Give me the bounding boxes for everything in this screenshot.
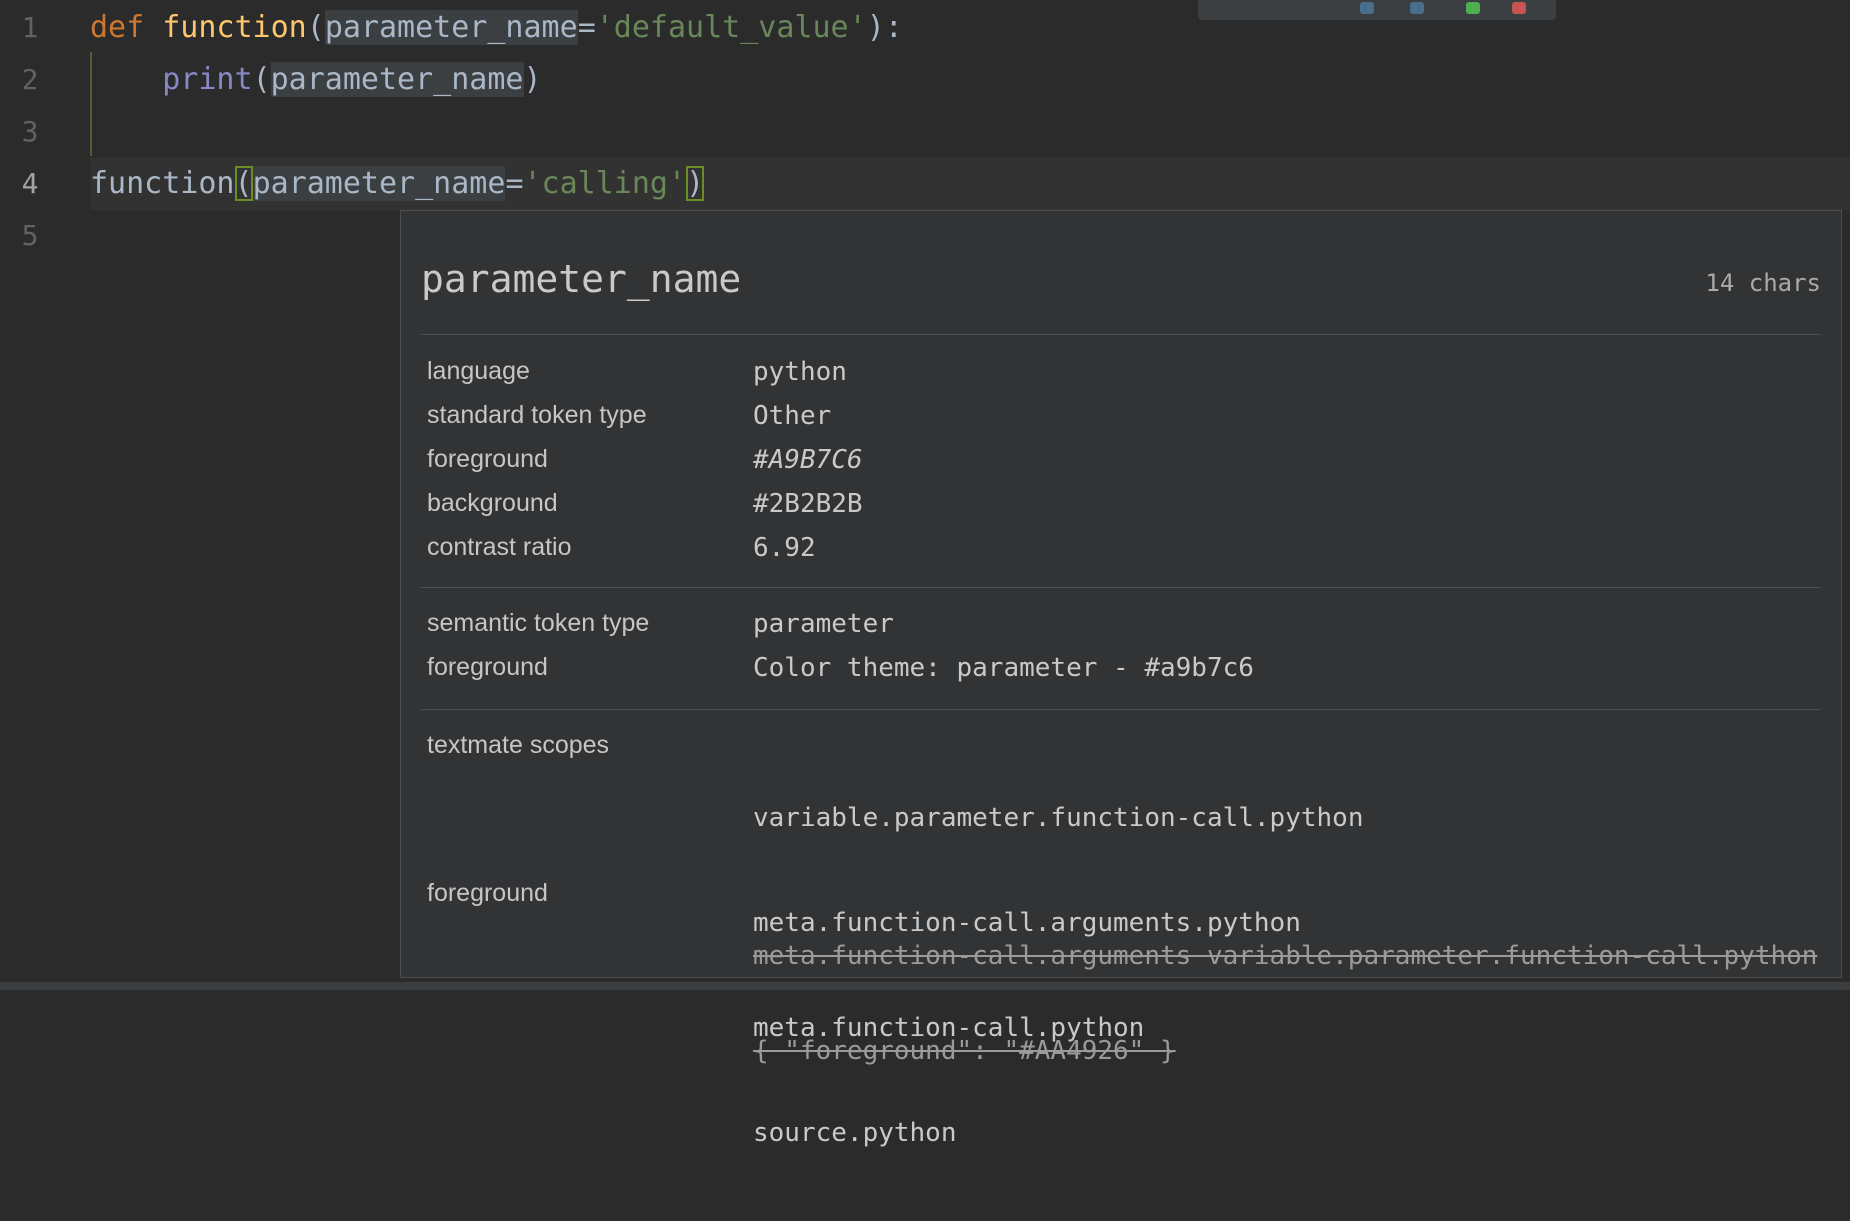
row-value: parameter [753, 609, 894, 639]
row-label: standard token type [427, 401, 647, 429]
code-line-2[interactable]: print(parameter_name) [90, 54, 1850, 106]
matched-paren: ( [234, 166, 253, 201]
scope-item: variable.parameter.function-call.python [753, 803, 1364, 833]
row-label: foreground [427, 445, 548, 473]
row-label: foreground [427, 653, 548, 681]
function-call: function [90, 166, 235, 201]
rule-selector: meta.function-call.arguments variable.pa… [753, 941, 1818, 971]
matched-paren: ) [686, 166, 705, 201]
stop-icon[interactable] [1512, 2, 1526, 14]
row-value: Other [753, 401, 832, 431]
standard-token-type-row: standard token type Other [427, 401, 1821, 445]
row-label: background [427, 489, 558, 517]
row-value: Color theme: parameter - #a9b7c6 [753, 653, 1254, 683]
semantic-token-type-row: semantic token type parameter [427, 609, 1821, 653]
row-label: semantic token type [427, 609, 650, 637]
semantic-foreground-row: foreground Color theme: parameter - #a9b… [427, 653, 1821, 697]
background-row: background #2B2B2B [427, 489, 1821, 533]
parameter-token[interactable]: parameter_name [270, 62, 524, 97]
code-line-4[interactable]: function(parameter_name='calling') [90, 158, 1850, 210]
token-inspector-popup: parameter_name 14 chars language python … [400, 210, 1842, 1148]
language-row: language python [427, 357, 1821, 401]
line-number: 2 [21, 63, 39, 96]
row-value: #A9B7C6 [753, 445, 863, 475]
row-label: foreground [427, 879, 548, 907]
toolbar-icon[interactable] [1310, 2, 1324, 14]
toolbar-icon[interactable] [1410, 2, 1424, 14]
equals: = [577, 10, 596, 45]
equals: = [505, 166, 524, 201]
row-value: 6.92 [753, 533, 816, 563]
run-icon[interactable] [1466, 2, 1480, 14]
line-number: 4 [21, 167, 39, 200]
status-strip [0, 982, 1850, 990]
contrast-ratio-row: contrast ratio 6.92 [427, 533, 1821, 577]
row-label: language [427, 357, 530, 385]
paren: ( [252, 62, 271, 97]
overridden-rule: meta.function-call.arguments variable.pa… [753, 879, 1817, 1129]
keyword: def [90, 10, 145, 45]
string-literal: 'calling' [523, 166, 687, 201]
textmate-foreground-row: foreground meta.function-call.arguments … [427, 879, 1821, 1066]
token-length: 14 chars [1705, 269, 1821, 297]
builtin-print: print [162, 62, 253, 97]
row-label: textmate scopes [427, 731, 610, 759]
row-value: #2B2B2B [753, 489, 863, 519]
line-number-gutter: 1 2 3 4 5 [0, 0, 90, 990]
string-literal: 'default_value' [595, 10, 867, 45]
paren: ) [523, 62, 542, 97]
parameter-token[interactable]: parameter_name [252, 166, 506, 201]
paren: ( [306, 10, 325, 45]
row-value: python [753, 357, 847, 387]
divider [421, 334, 1821, 335]
code-line-3[interactable] [90, 106, 1850, 158]
divider [421, 709, 1821, 710]
rule-value: { "foreground": "#AA4926" } [753, 1036, 1176, 1066]
floating-toolbar[interactable] [1198, 0, 1556, 20]
divider [421, 587, 1821, 588]
foreground-row: foreground #A9B7C6 [427, 445, 1821, 489]
function-name: function [162, 10, 307, 45]
toolbar-icon[interactable] [1360, 2, 1374, 14]
line-number: 1 [21, 11, 39, 44]
paren: ): [866, 10, 903, 45]
line-number: 3 [21, 115, 39, 148]
textmate-scopes-row: textmate scopes variable.parameter.funct… [427, 731, 1821, 1148]
token-title: parameter_name [421, 257, 742, 301]
line-number: 5 [21, 219, 39, 252]
parameter-token[interactable]: parameter_name [324, 10, 578, 45]
code-line-1[interactable]: def function(parameter_name='default_val… [90, 2, 1850, 54]
row-label: contrast ratio [427, 533, 572, 561]
